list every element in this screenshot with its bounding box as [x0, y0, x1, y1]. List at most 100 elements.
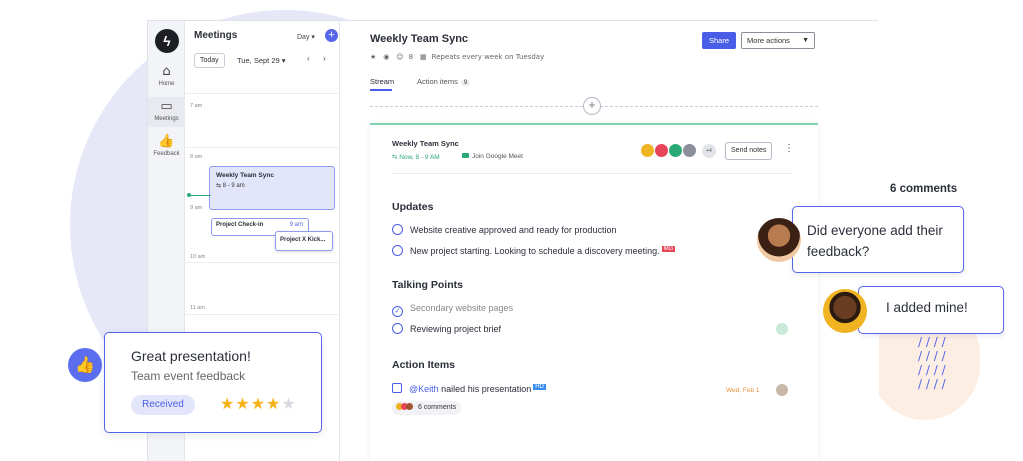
calendar-icon: ▭	[160, 99, 173, 114]
user-tag-mg: MG	[661, 246, 676, 252]
repeat-text: Repeats every week on Tuesday	[431, 53, 545, 61]
avatar	[668, 143, 683, 158]
event-time: 9 am	[289, 222, 303, 228]
radio-circle-icon[interactable]	[392, 245, 403, 256]
card-time-text: Now, 8 - 9 AM	[399, 154, 440, 161]
star-filled-icon: ★	[235, 394, 251, 413]
avatar	[776, 384, 788, 396]
today-button[interactable]: Today	[194, 53, 225, 68]
star-icon[interactable]: ★	[370, 53, 376, 61]
next-day-button[interactable]: ›	[323, 54, 326, 63]
action-item[interactable]: @Keith nailed his presentation HD	[392, 383, 546, 394]
avatar	[682, 143, 697, 158]
tab-label: Action items	[417, 77, 458, 86]
status-badge: Received	[131, 395, 195, 415]
divider	[392, 173, 792, 174]
tab-stream[interactable]: Stream	[370, 77, 394, 86]
add-meeting-button[interactable]: +	[325, 29, 338, 42]
feedback-subtitle: Team event feedback	[131, 369, 246, 383]
talking-point-text: Reviewing project brief	[410, 324, 502, 334]
talking-point-item[interactable]: Reviewing project brief	[392, 323, 501, 334]
section-title-talking-points: Talking Points	[392, 279, 463, 291]
hour-label: 8 am	[190, 154, 203, 160]
thumbs-up-icon: 👍	[68, 348, 102, 382]
more-actions-dropdown[interactable]: More actions ▼	[741, 32, 815, 49]
comments-pill[interactable]: 6 comments	[392, 401, 462, 415]
tab-action-items[interactable]: Action items 9	[417, 77, 471, 86]
nav-item-feedback[interactable]: 👍 Feedback	[148, 135, 185, 159]
avatar	[654, 143, 669, 158]
nav-item-home[interactable]: ⌂ Home	[148, 65, 185, 89]
action-item-text: nailed his presentation	[441, 384, 532, 394]
view-selector[interactable]: Day ▾	[297, 33, 315, 41]
user-tag-hd: HD	[533, 384, 546, 390]
card-more-icon[interactable]: ⋮	[784, 143, 794, 154]
feedback-card: Great presentation! Team event feedback …	[104, 332, 322, 433]
event-project-x-kickoff[interactable]: Project X Kick...	[275, 231, 333, 251]
star-filled-icon: ★	[250, 394, 267, 413]
share-button[interactable]: Share	[702, 32, 737, 49]
google-meet-link[interactable]: Join Google Meet	[462, 153, 523, 160]
check-circle-icon[interactable]: ✓	[392, 306, 403, 317]
tab-badge: 9	[460, 80, 471, 86]
current-time-line	[189, 195, 211, 196]
more-actions-label: More actions	[747, 36, 790, 45]
nav-item-label: Meetings	[154, 116, 179, 122]
avatar	[406, 403, 413, 410]
hour-label: 10 am	[190, 254, 206, 260]
star-rating: ★★★★★	[220, 394, 297, 413]
attendee-count: 8	[408, 53, 414, 61]
star-filled-icon: ★	[266, 394, 282, 413]
feedback-title: Great presentation!	[131, 348, 251, 364]
card-title: Weekly Team Sync	[392, 139, 459, 148]
repeat-icon: ▦	[420, 53, 427, 61]
thumbs-up-icon: 👍	[158, 134, 175, 149]
hour-label: 7 am	[190, 103, 203, 109]
avatar	[757, 218, 801, 262]
nav-item-label: Home	[158, 81, 175, 87]
hour-label: 9 am	[190, 205, 203, 211]
hour-label: 11 am	[190, 305, 205, 311]
avatar	[640, 143, 655, 158]
event-weekly-team-sync[interactable]: Weekly Team Sync ⇆ 8 - 9 am	[209, 166, 335, 210]
video-icon	[462, 153, 469, 158]
recurring-icon: ⇆	[392, 154, 398, 161]
eye-icon[interactable]: ◉	[383, 53, 389, 61]
mention-link[interactable]: @Keith	[409, 384, 439, 394]
event-title: Project Check-in	[216, 222, 264, 228]
add-section-button[interactable]: +	[583, 97, 601, 115]
app-logo[interactable]: ϟ	[155, 29, 179, 53]
date-selector[interactable]: Tue, Sept 29 ▾	[237, 56, 286, 65]
talking-point-item[interactable]: ✓ Secondary website pages	[392, 303, 513, 317]
comments-count: 6 comments	[890, 183, 958, 195]
update-item[interactable]: Website creative approved and ready for …	[392, 224, 616, 235]
page-title: Weekly Team Sync	[370, 33, 469, 45]
hour-line	[185, 262, 340, 263]
update-text: New project starting. Looking to schedul…	[410, 246, 660, 256]
due-date[interactable]: Wed, Feb 1	[726, 387, 759, 394]
radio-circle-icon[interactable]	[392, 323, 403, 334]
radio-circle-icon[interactable]	[392, 224, 403, 235]
send-notes-button[interactable]: Send notes	[725, 142, 773, 160]
nav-item-meetings[interactable]: ▭ Meetings	[148, 97, 185, 127]
star-filled-icon: ★	[220, 394, 236, 413]
hour-line	[185, 147, 340, 148]
decorative-dash-pattern: / / / / / / / / / / / / / / / /	[918, 335, 946, 391]
checkbox-icon[interactable]	[392, 383, 402, 393]
card-time: ⇆ Now, 8 - 9 AM	[392, 153, 440, 161]
nav-item-label: Feedback	[153, 151, 180, 157]
event-title: Weekly Team Sync	[216, 172, 274, 179]
meeting-meta: ★ ◉ ☺ 8 ▦ Repeats every week on Tuesday	[370, 53, 549, 61]
meeting-notes-card: Weekly Team Sync ⇆ Now, 8 - 9 AM Join Go…	[370, 123, 818, 461]
section-title-action-items: Action Items	[392, 359, 456, 371]
calendar-title: Meetings	[194, 30, 238, 41]
update-item[interactable]: New project starting. Looking to schedul…	[392, 245, 676, 256]
prev-day-button[interactable]: ‹	[307, 54, 310, 63]
comment-bubble: I added mine!	[858, 286, 1004, 334]
hour-line	[185, 314, 340, 315]
avatar	[823, 289, 867, 333]
google-meet-text: Join Google Meet	[472, 153, 523, 160]
star-empty-icon: ★	[281, 394, 297, 413]
talking-point-text: Secondary website pages	[410, 303, 514, 313]
comment-bubble: Did everyone add their feedback?	[792, 206, 964, 273]
